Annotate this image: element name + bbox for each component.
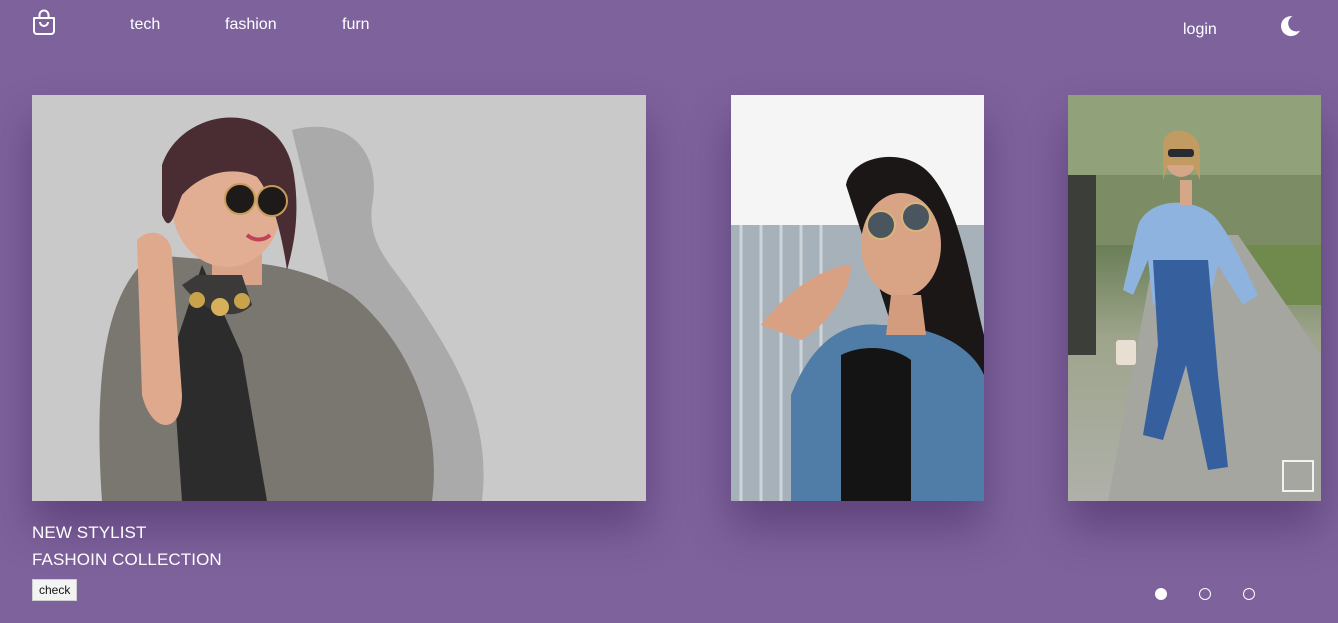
- moon-icon[interactable]: [1278, 14, 1302, 38]
- login-link[interactable]: login: [1183, 21, 1217, 39]
- slide-image-second[interactable]: [731, 95, 984, 501]
- check-button[interactable]: check: [32, 579, 78, 601]
- slide-image-main[interactable]: [32, 95, 646, 501]
- caption-line-2: FASHOIN COLLECTION: [32, 550, 222, 569]
- nav-link-furn[interactable]: furn: [342, 16, 370, 34]
- slide-image-third[interactable]: [1068, 95, 1321, 501]
- nav-link-fashion[interactable]: fashion: [225, 16, 277, 34]
- slider-pagination: [1155, 588, 1265, 600]
- slider-dot-2[interactable]: [1199, 588, 1211, 600]
- shopping-bag-icon[interactable]: [30, 8, 58, 36]
- slide-caption: NEW STYLIST FASHOIN COLLECTION check: [32, 519, 222, 601]
- slider-dot-1[interactable]: [1155, 588, 1167, 600]
- caption-line-1: NEW STYLIST: [32, 523, 147, 542]
- nav-link-tech[interactable]: tech: [130, 16, 160, 34]
- slider-dot-3[interactable]: [1243, 588, 1255, 600]
- top-navigation-bar: tech fashion furn login: [0, 0, 1338, 60]
